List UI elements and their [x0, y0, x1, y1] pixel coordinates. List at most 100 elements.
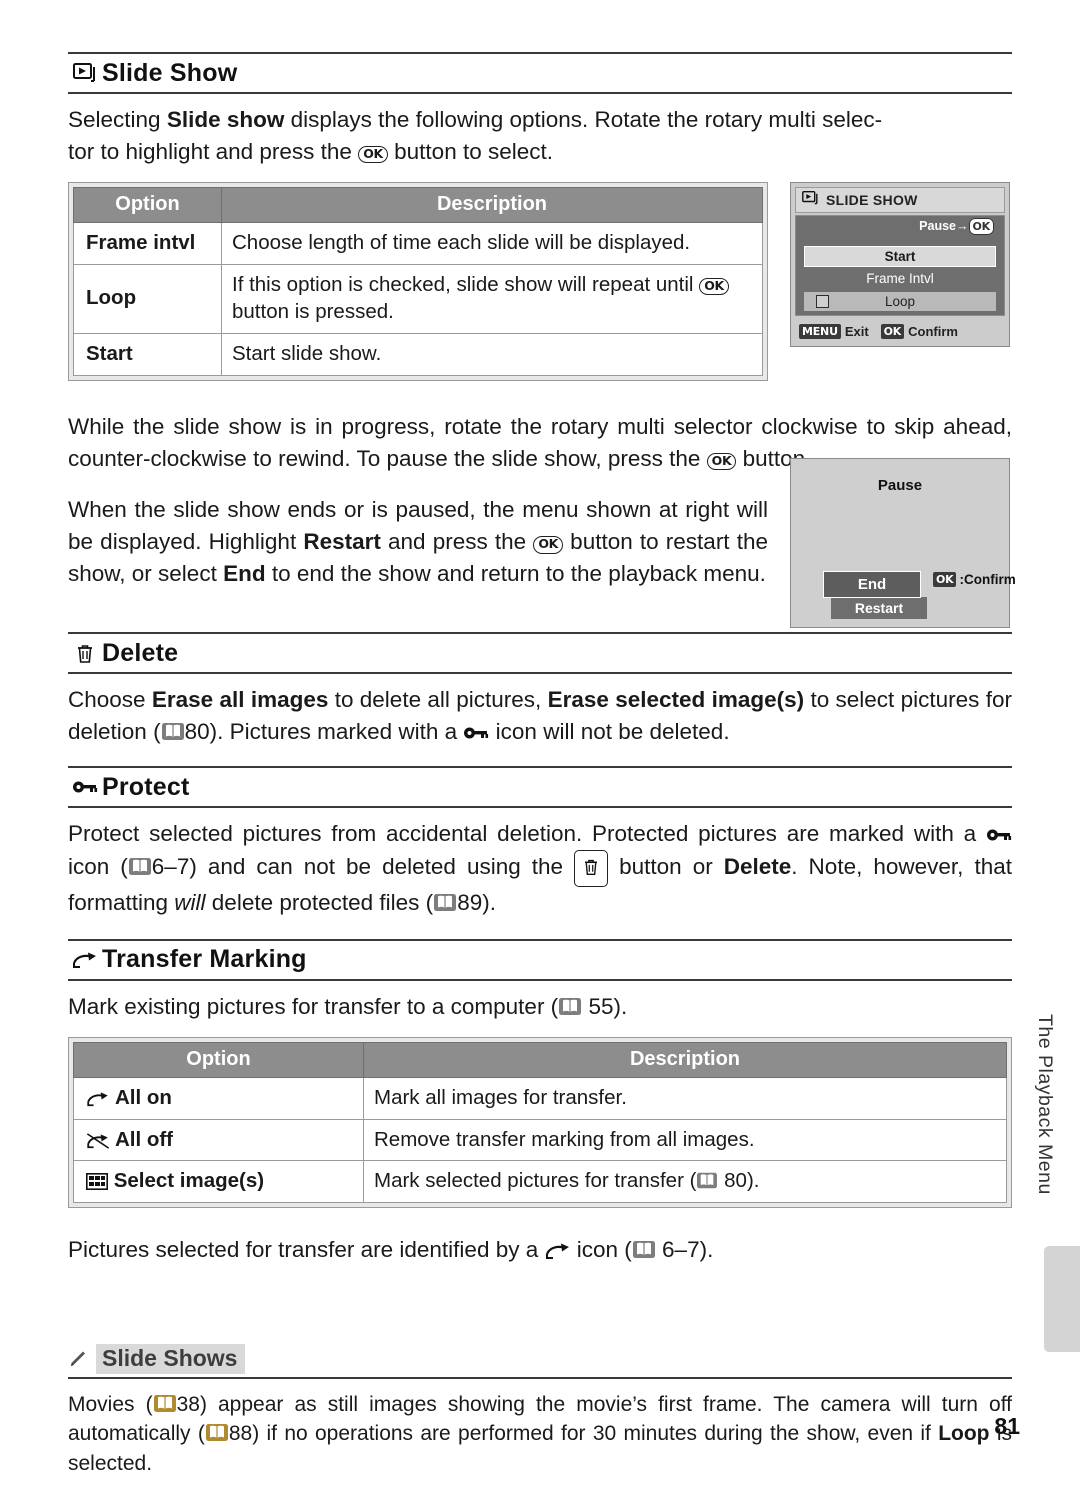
delete-e: icon will not be deleted. — [489, 719, 730, 745]
table-row: Frame intvl Choose length of time each s… — [73, 221, 763, 265]
book-reference-icon — [696, 1171, 718, 1195]
tip-title: Slide Shows — [96, 1343, 246, 1374]
ok-button-icon: OK — [968, 218, 994, 235]
table-header-row: Option Description — [73, 186, 763, 223]
loop-checkbox[interactable] — [816, 295, 829, 308]
book-reference-icon — [153, 1393, 177, 1418]
trash-icon — [68, 643, 102, 664]
tip-box: Slide Shows Movies (38) appear as still … — [68, 1343, 1012, 1478]
lcd-title: SLIDE SHOW — [826, 192, 918, 208]
ref-page-89: 89 — [457, 890, 483, 915]
protect-b: icon ( — [68, 854, 128, 880]
slide-show-icon — [802, 190, 819, 210]
intro-text-a: Selecting — [68, 107, 167, 132]
table-row: All on Mark all images for transfer. — [73, 1076, 1007, 1120]
protect-key-icon — [463, 724, 489, 747]
pencil-icon — [68, 1349, 88, 1369]
side-tab-marker — [1044, 1246, 1080, 1352]
tip-body: Movies (38) appear as still images showi… — [68, 1390, 1012, 1478]
cell-description: If this option is checked, slide show wi… — [221, 263, 763, 334]
th-description: Description — [363, 1041, 1007, 1078]
lcd-body: Pause→ OK Start Frame Intvl Loop — [795, 215, 1005, 316]
table-row: Select image(s) Mark selected pictures f… — [73, 1160, 1007, 1203]
book-reference-icon — [558, 996, 582, 1022]
ref-page-6-7: 6–7 — [662, 1236, 700, 1262]
pause-title: Pause — [877, 477, 923, 494]
para3-d: to end the show and return to the playba… — [265, 561, 766, 587]
transfer-b: ). — [613, 993, 628, 1019]
tip-header: Slide Shows — [68, 1343, 1012, 1379]
ok-button-icon: OK — [699, 277, 729, 296]
cell-desc-b: ). — [746, 1169, 760, 1193]
protect-a: Protect selected pictures from accidenta… — [68, 821, 986, 847]
protect-body: Protect selected pictures from accidenta… — [68, 818, 1012, 919]
ref-page-80: 80 — [184, 719, 210, 745]
protect-key-icon — [68, 778, 102, 796]
section-title: Delete — [102, 638, 179, 667]
delete-body: Choose Erase all images to delete all pi… — [68, 684, 1012, 748]
camera-screen-pause-menu: Pause Restart End OK :Confirm — [790, 458, 1016, 628]
transfer-a: Mark existing pictures for transfer to a… — [68, 993, 559, 1019]
slide-show-icon — [68, 63, 102, 83]
cell-desc-b: button is pressed. — [232, 300, 394, 324]
intro-bold: Slide show — [166, 107, 285, 132]
cell-option: Select image(s) — [73, 1160, 364, 1203]
table-header-row: Option Description — [73, 1041, 1007, 1078]
lcd-menu-item-loop-label: Loop — [884, 294, 916, 309]
delete-d: ). Pictures marked with a — [209, 719, 464, 745]
tip-a: Movies ( — [68, 1392, 153, 1416]
slide-show-para3: When the slide show ends or is paused, t… — [68, 494, 768, 590]
cell-description: Start slide show. — [221, 332, 763, 376]
protect-g: ). — [482, 890, 496, 915]
lcd-footer-confirm: Confirm — [908, 323, 958, 339]
lcd-menu-item-loop[interactable]: Loop — [804, 292, 996, 311]
transfer-options-table: Option Description All on Mark all image… — [68, 1036, 1012, 1208]
transfer-intro: Mark existing pictures for transfer to a… — [68, 991, 1012, 1023]
ok-button-icon: OK — [880, 323, 905, 339]
all-on-icon — [86, 1091, 110, 1112]
cell-desc-a: Mark selected pictures for transfer ( — [374, 1169, 697, 1193]
section-heading-transfer-marking: Transfer Marking — [68, 938, 1012, 981]
th-option: Option — [73, 186, 222, 223]
section-title: Protect — [102, 772, 190, 801]
document-page: Slide Show Selecting Slide show displays… — [0, 0, 1080, 1486]
section-heading-protect: Protect — [68, 766, 1012, 809]
menu-button-icon: MENU — [799, 323, 841, 339]
th-description: Description — [221, 186, 763, 223]
lcd-menu-item-frame-intvl[interactable]: Frame Intvl — [804, 269, 996, 288]
lcd-menu-item-start[interactable]: Start — [804, 246, 996, 267]
pause-confirm-hint: OK :Confirm — [933, 572, 1016, 587]
delete-b: to delete all pictures, — [328, 687, 548, 713]
erase-selected-bold: Erase selected image(s) — [547, 687, 805, 713]
end-button[interactable]: End — [823, 571, 921, 598]
section-heading-delete: Delete — [68, 632, 1012, 675]
transfer-closing: Pictures selected for transfer are ident… — [68, 1234, 1012, 1266]
intro-text-b: displays the following options. Rotate t… — [284, 107, 883, 132]
restart-button[interactable]: Restart — [831, 597, 927, 619]
protect-d: button or — [608, 854, 724, 880]
lcd-pause-hint: Pause→ OK — [919, 218, 994, 235]
cell-description: Mark selected pictures for transfer ( 80… — [363, 1160, 1007, 1203]
intro-text-c: tor to highlight and press the — [68, 138, 359, 164]
table-row: Start Start slide show. — [73, 332, 763, 376]
pause-confirm-label: :Confirm — [959, 572, 1016, 587]
ok-button-icon: OK — [358, 145, 388, 164]
section-title: Transfer Marking — [102, 945, 307, 974]
ref-page-80: 80 — [724, 1169, 747, 1193]
erase-all-bold: Erase all images — [151, 687, 329, 713]
lcd-footer-exit: Exit — [844, 323, 869, 339]
closing-c: ). — [699, 1236, 714, 1262]
table-row: Loop If this option is checked, slide sh… — [73, 263, 763, 334]
protect-key-icon — [986, 826, 1012, 849]
tip-c: ) if no operations are performed for 30 … — [252, 1422, 939, 1446]
delete-button-icon — [574, 850, 609, 887]
cell-option: Frame intvl — [73, 221, 222, 265]
para3-restart: Restart — [303, 529, 381, 555]
ok-button-icon: OK — [933, 572, 957, 587]
cell-option-label: Select image(s) — [113, 1169, 265, 1193]
camera-screen-slide-show-menu: SLIDE SHOW Pause→ OK Start Frame Intvl Lo… — [790, 182, 1010, 347]
delete-bold: Delete — [723, 854, 792, 880]
transfer-mark-icon — [545, 1242, 571, 1265]
closing-a: Pictures selected for transfer are ident… — [68, 1236, 545, 1262]
loop-bold: Loop — [938, 1422, 990, 1446]
